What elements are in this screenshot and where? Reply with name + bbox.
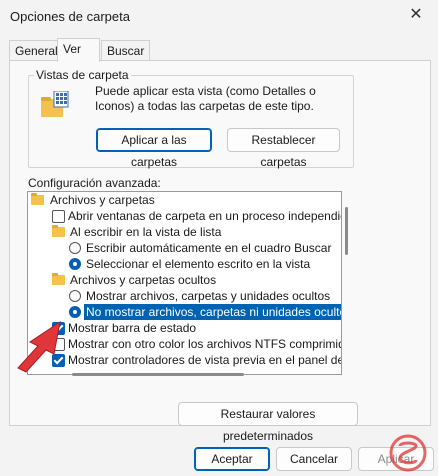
- folder-views-legend: Vistas de carpeta: [34, 68, 131, 82]
- tree-item-label: Escribir automáticamente en el cuadro Bu…: [86, 241, 332, 255]
- tree-item-label: Mostrar con otro color los archivos NTFS…: [68, 337, 341, 351]
- ok-button[interactable]: Aceptar: [194, 447, 270, 471]
- tree-item-label: Mostrar archivos, carpetas y unidades oc…: [86, 289, 331, 303]
- radio-button[interactable]: [69, 242, 81, 254]
- tab-general[interactable]: General: [9, 40, 64, 61]
- radio-button[interactable]: [69, 290, 81, 302]
- tab-buscar[interactable]: Buscar: [101, 40, 151, 61]
- tree-item-label: Seleccionar el elemento escrito en la vi…: [86, 257, 311, 271]
- tree-item-label: Mostrar barra de estado: [68, 321, 197, 335]
- checkbox[interactable]: [52, 210, 65, 223]
- advanced-settings-tree[interactable]: Archivos y carpetas Abrir ventanas de ca…: [27, 191, 342, 375]
- advanced-settings-label: Configuración avanzada:: [28, 176, 161, 190]
- tree-item-label-selected: No mostrar archivos, carpetas ni unidade…: [82, 303, 341, 321]
- folder-view-icon: [41, 91, 69, 117]
- apply-to-folders-button[interactable]: Aplicar a las carpetas: [96, 128, 212, 169]
- vertical-scrollbar[interactable]: [345, 207, 348, 255]
- tree-item-label: Archivos y carpetas ocultos: [70, 273, 217, 287]
- radio-button[interactable]: [69, 258, 81, 270]
- folder-icon: [52, 273, 65, 285]
- folder-icon: [31, 193, 44, 205]
- tab-ver[interactable]: Ver: [57, 38, 100, 62]
- tree-item-label: Mostrar controladores de vista previa en…: [68, 353, 342, 367]
- restore-defaults-button[interactable]: Restaurar valores predeterminados: [178, 402, 358, 443]
- folder-views-description: Puede aplicar esta vista (como Detalles …: [95, 84, 316, 113]
- folder-icon: [52, 225, 65, 237]
- window-title: Opciones de carpeta: [10, 9, 130, 24]
- horizontal-scrollbar[interactable]: [72, 373, 244, 376]
- watermark-logo: [389, 434, 427, 472]
- close-icon[interactable]: ✕: [402, 4, 430, 26]
- reset-folders-button[interactable]: Restablecer carpetas: [227, 128, 340, 169]
- tree-item-label: Abrir ventanas de carpeta en un proceso …: [68, 209, 342, 223]
- tree-item-label: Archivos y carpetas: [50, 193, 155, 207]
- radio-button[interactable]: [69, 306, 81, 318]
- cancel-button[interactable]: Cancelar: [276, 447, 352, 471]
- arrow-annotation-icon: [17, 320, 61, 373]
- tree-item-label: Al escribir en la vista de lista: [70, 225, 222, 239]
